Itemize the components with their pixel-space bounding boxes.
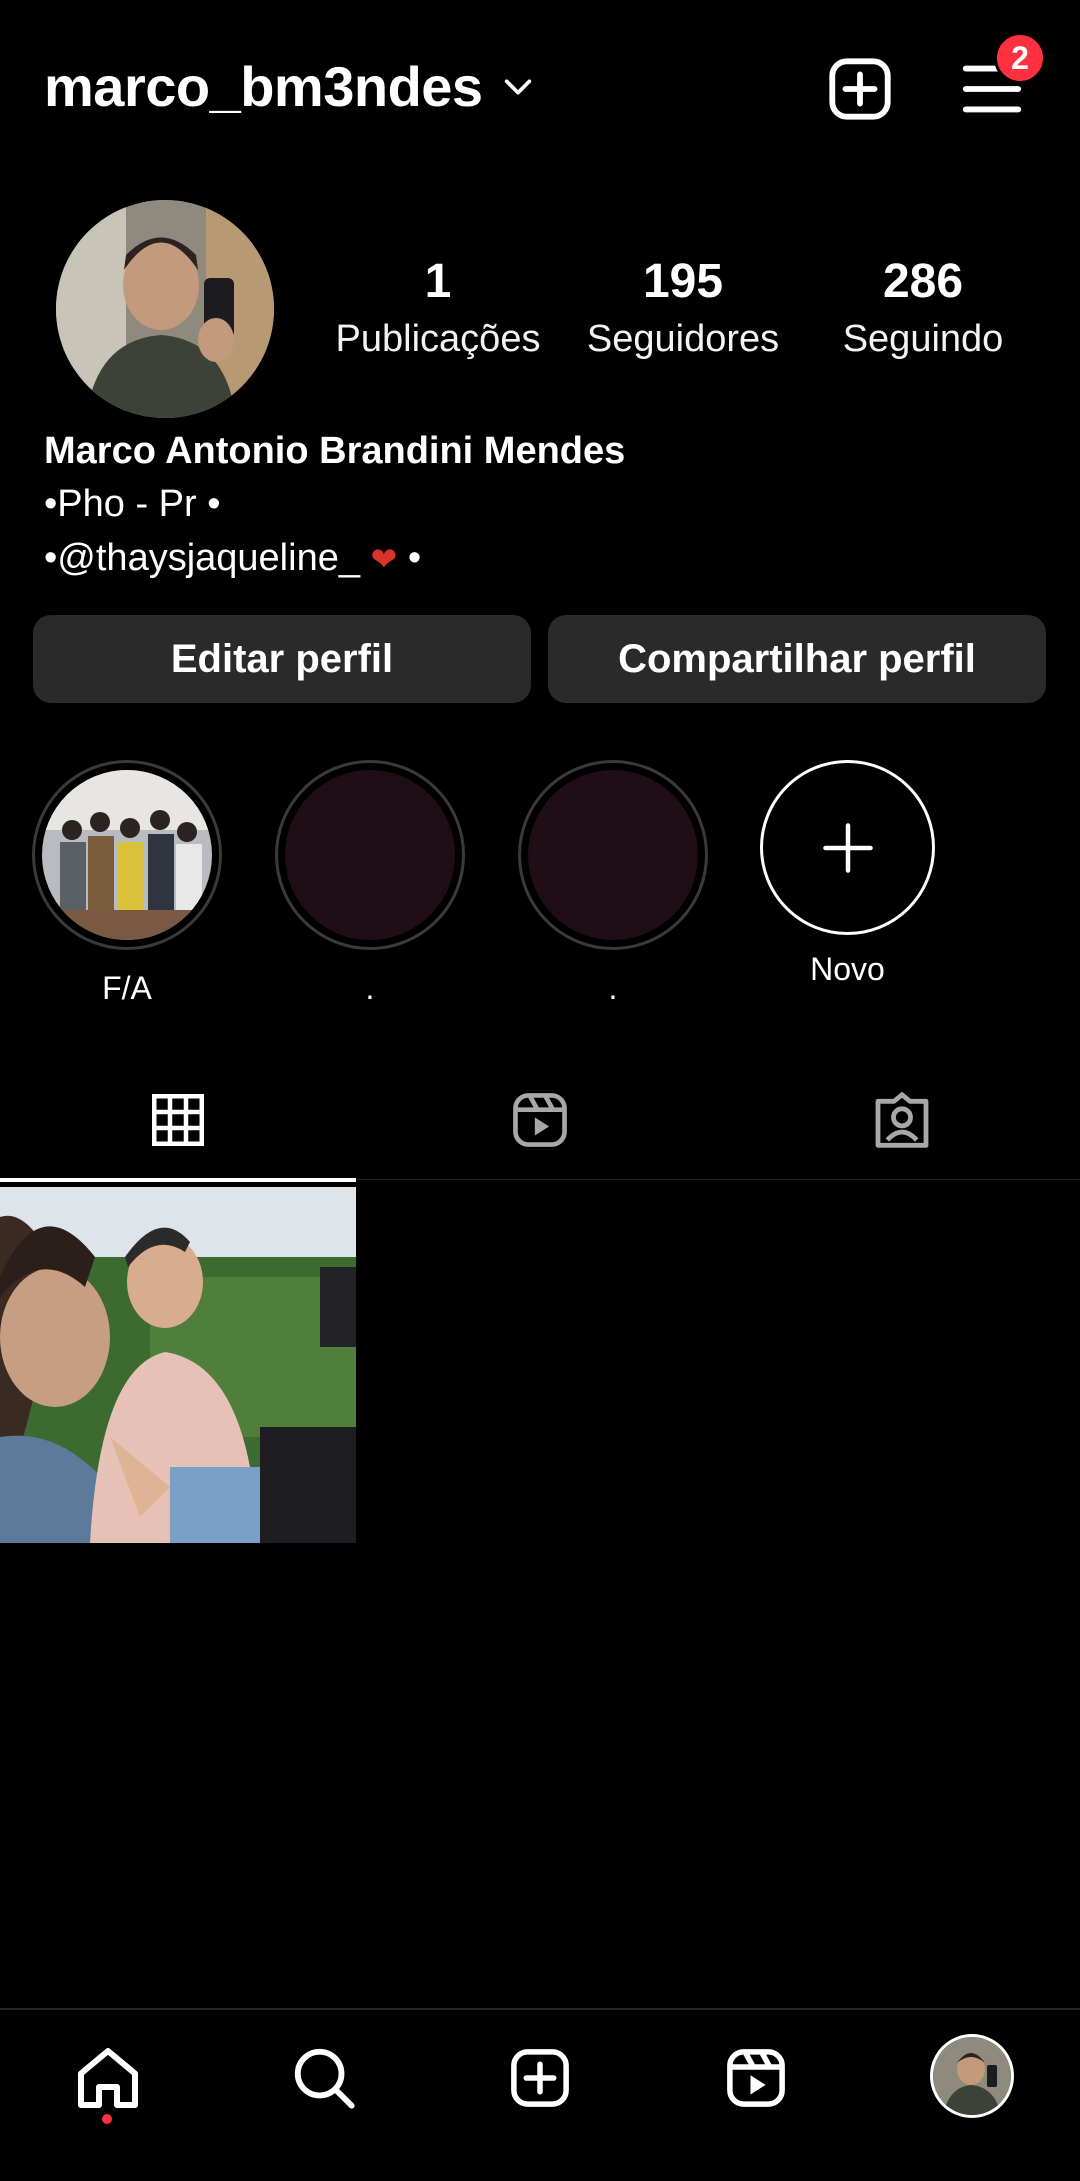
home-icon[interactable]	[68, 2038, 148, 2118]
full-name: Marco Antonio Brandini Mendes	[44, 430, 626, 472]
profile-nav-avatar[interactable]	[930, 2034, 1014, 2118]
highlight-label: .	[608, 970, 618, 1006]
stat-followers-value: 195	[642, 255, 724, 308]
tab-posts-grid[interactable]	[0, 1060, 356, 1182]
search-icon[interactable]	[284, 2038, 364, 2118]
new-highlight-label: Novo	[810, 951, 885, 987]
grid-icon	[152, 1094, 204, 1146]
stat-following-value: 286	[882, 255, 964, 308]
account-switcher[interactable]: marco_bm3ndes	[44, 54, 535, 119]
bio-line: •Pho - Pr •	[44, 483, 221, 525]
username: marco_bm3ndes	[44, 55, 483, 118]
create-icon[interactable]	[500, 2038, 580, 2118]
highlight-cover	[42, 770, 212, 940]
mention-link[interactable]: •@thaysjaqueline_	[44, 537, 371, 579]
share-profile-button[interactable]: Compartilhar perfil	[548, 615, 1046, 703]
profile-stats: 1 Publicações 195 Seguidores 286 Seguind…	[320, 252, 1050, 372]
highlight-ring	[275, 760, 465, 950]
bio: Marco Antonio Brandini Mendes •Pho - Pr …	[44, 425, 1044, 586]
stat-posts[interactable]: 1 Publicações	[318, 252, 558, 366]
stat-followers-label: Seguidores	[586, 318, 780, 360]
highlight-label: F/A	[102, 970, 152, 1006]
profile-tabs	[0, 1060, 1080, 1182]
highlight-label: .	[365, 970, 375, 1006]
profile-photo	[56, 200, 274, 418]
active-tab-indicator	[0, 1178, 356, 1182]
highlight-item[interactable]: .	[275, 760, 465, 1008]
top-bar: marco_bm3ndes 2	[0, 0, 1080, 175]
highlight-cover	[285, 770, 455, 940]
chevron-down-icon	[504, 78, 531, 95]
notification-badge: 2	[994, 32, 1046, 84]
reels-icon	[513, 1093, 567, 1147]
stat-following-label: Seguindo	[842, 318, 1004, 360]
plus-icon	[822, 822, 873, 873]
tab-tagged[interactable]	[724, 1060, 1080, 1180]
edit-profile-button[interactable]: Editar perfil	[33, 615, 531, 703]
bio-line-end: •	[397, 537, 422, 579]
new-highlight-circle	[760, 760, 935, 935]
stat-followers[interactable]: 195 Seguidores	[563, 252, 803, 366]
notification-dot	[102, 2114, 112, 2124]
create-post-icon[interactable]	[825, 54, 895, 124]
highlight-ring	[518, 760, 708, 950]
highlight-item[interactable]: .	[518, 760, 708, 1008]
highlight-cover	[528, 770, 698, 940]
post-thumbnail[interactable]	[0, 1187, 356, 1543]
anatomical-heart-emoji: ❤	[370, 541, 398, 577]
highlight-ring	[32, 760, 222, 950]
stat-posts-label: Publicações	[335, 318, 541, 360]
profile-screen: marco_bm3ndes 2 1 Publicações 195 Seguid…	[0, 0, 1080, 2181]
avatar	[933, 2037, 1011, 2115]
tab-reels[interactable]	[362, 1060, 718, 1180]
tagged-icon	[875, 1092, 929, 1148]
bio-line-mention: •@thaysjaqueline_ ❤ •	[44, 531, 1044, 586]
reels-nav-icon[interactable]	[716, 2038, 796, 2118]
stat-following[interactable]: 286 Seguindo	[803, 252, 1043, 366]
post-image	[0, 1187, 356, 1543]
highlight-item[interactable]: F/A	[32, 760, 222, 1008]
stat-posts-value: 1	[424, 255, 452, 308]
profile-avatar[interactable]	[56, 200, 274, 418]
new-highlight-button[interactable]: Novo	[760, 760, 935, 989]
